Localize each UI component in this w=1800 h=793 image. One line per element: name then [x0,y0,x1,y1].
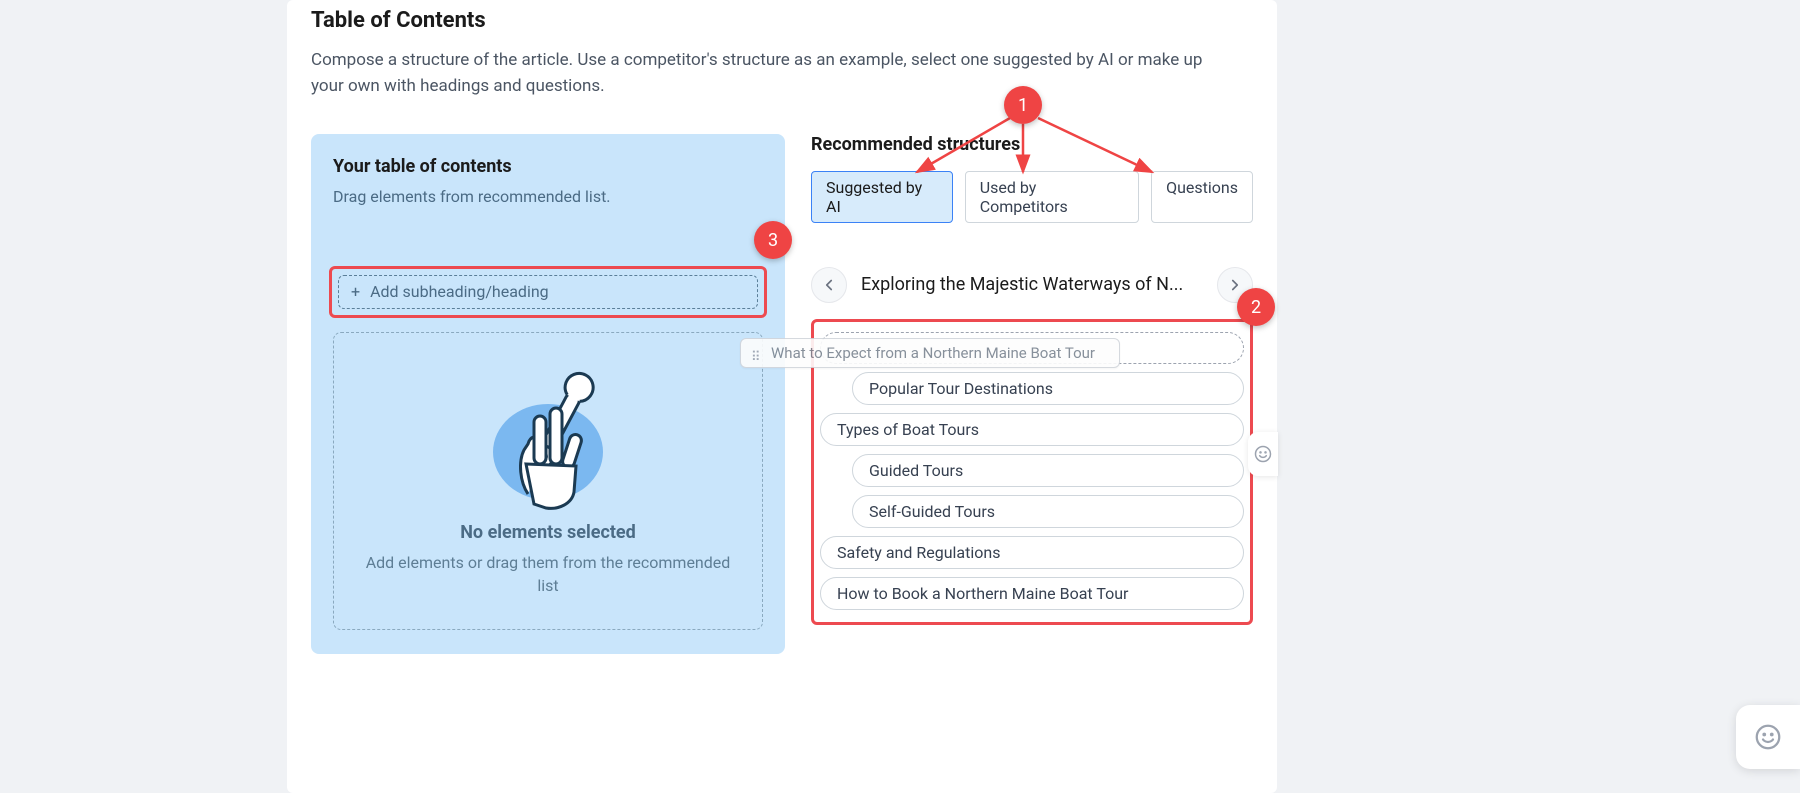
structure-item[interactable]: How to Book a Northern Maine Boat Tour [820,577,1244,610]
annotation-badge-3: 3 [754,221,792,259]
smile-icon [1253,444,1273,464]
toc-dropzone[interactable]: No elements selected Add elements or dra… [333,332,763,630]
carousel-prev-button[interactable] [811,267,847,303]
empty-title: No elements selected [460,522,636,543]
structure-item[interactable]: Guided Tours [852,454,1244,487]
structure-item-label: Safety and Regulations [837,543,1000,562]
annotation-badge-1: 1 [1004,86,1042,124]
structure-item[interactable]: Safety and Regulations [820,536,1244,569]
page-title: Table of Contents [311,8,1253,33]
structure-item-label: Types of Boat Tours [837,420,979,439]
empty-illustration-icon [468,364,628,514]
toc-heading: Your table of contents [333,156,763,177]
toc-hint: Drag elements from recommended list. [333,187,763,206]
drag-handle-icon [751,347,763,359]
chevron-right-icon [1226,276,1244,294]
structure-item-label: Popular Tour Destinations [869,379,1053,398]
smile-icon [1753,722,1783,752]
structure-list: What to Expect from a Northern Maine Boa… [820,332,1244,610]
structure-item-label: How to Book a Northern Maine Boat Tour [837,584,1128,603]
chevron-left-icon [820,276,838,294]
tab-suggested-ai[interactable]: Suggested by AI [811,171,953,223]
content-panel: Table of Contents Compose a structure of… [287,0,1277,793]
structure-item[interactable]: Types of Boat Tours [820,413,1244,446]
structure-carousel: Exploring the Majestic Waterways of N... [811,267,1253,303]
annotation-badge-2: 2 [1237,288,1275,326]
structure-item[interactable]: Self-Guided Tours [852,495,1244,528]
plus-icon: + [351,284,360,300]
annotation-box-3: + Add subheading/heading [329,266,767,318]
empty-subtitle: Add elements or drag them from the recom… [358,551,738,597]
structure-item-dragging[interactable]: What to Expect from a Northern Maine Boa… [740,338,1120,368]
structure-item[interactable]: Popular Tour Destinations [852,372,1244,405]
tab-competitors[interactable]: Used by Competitors [965,171,1139,223]
recommended-heading: Recommended structures [811,134,1253,155]
tab-questions[interactable]: Questions [1151,171,1253,223]
structure-item-label: Guided Tours [869,461,963,480]
toc-editor: Your table of contents Drag elements fro… [311,134,785,654]
structure-item-label: What to Expect from a Northern Maine Boa… [771,344,1095,362]
recommended-panel: Recommended structures Suggested by AI U… [811,134,1253,654]
annotation-box-2: What to Expect from a Northern Maine Boa… [811,319,1253,625]
add-heading-label: Add subheading/heading [370,282,549,301]
add-heading-button[interactable]: + Add subheading/heading [338,275,758,309]
feedback-button-edge[interactable] [1736,705,1800,769]
structure-tabs: Suggested by AI Used by Competitors Ques… [811,171,1253,223]
carousel-title: Exploring the Majestic Waterways of N... [855,274,1209,295]
structure-item-label: Self-Guided Tours [869,502,995,521]
feedback-button-panel[interactable] [1248,432,1278,476]
page-subtitle: Compose a structure of the article. Use … [311,47,1221,100]
